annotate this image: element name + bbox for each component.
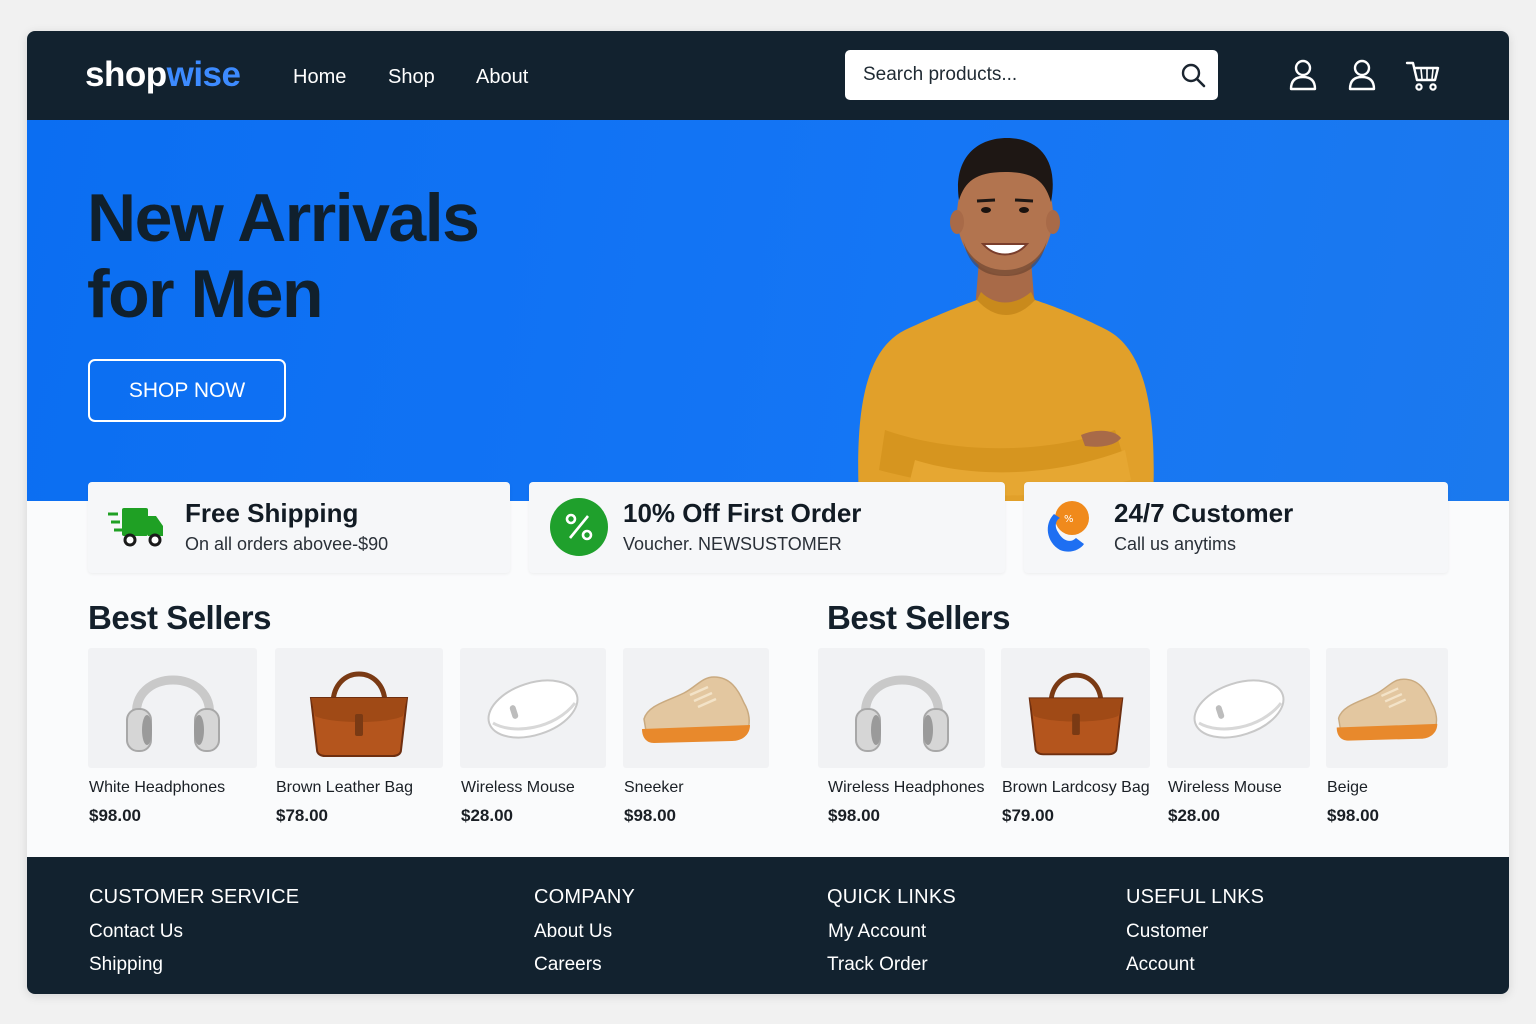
product-card[interactable]: Brown Leather Bag $78.00 — [275, 648, 443, 825]
product-price: $98.00 — [89, 806, 141, 825]
hero-title-line-1: New Arrivals — [87, 180, 480, 256]
product-image[interactable] — [460, 648, 606, 768]
footer-link-my-account[interactable]: My Account — [828, 921, 926, 943]
footer-link-track-order[interactable]: Track Order — [827, 954, 928, 976]
product-image[interactable] — [623, 648, 769, 768]
shopwise-logo[interactable]: shopwise — [85, 55, 241, 95]
headphones-image — [854, 675, 949, 752]
product-name[interactable]: Wireless Headphones — [828, 779, 985, 797]
product-card[interactable]: Beige $98.00 — [1326, 648, 1448, 825]
feature-subtitle: On all orders abovee-$90 — [185, 534, 389, 554]
search-input[interactable] — [845, 50, 1165, 100]
product-card[interactable]: Wireless Mouse $28.00 — [460, 648, 606, 825]
shopping-cart-icon[interactable] — [1405, 60, 1441, 97]
footer-link-shipping[interactable]: Shipping — [89, 954, 163, 976]
footer-link-about-us[interactable]: About Us — [534, 921, 612, 943]
product-image[interactable] — [1167, 648, 1310, 768]
product-price: $79.00 — [1002, 806, 1054, 825]
feature-title: 24/7 Customer — [1114, 498, 1294, 528]
headphones-image — [125, 675, 220, 752]
mouse-image — [1193, 679, 1284, 739]
product-price: $78.00 — [276, 806, 328, 825]
footer-link-careers[interactable]: Careers — [534, 954, 602, 976]
product-card[interactable]: Wireless Mouse $28.00 — [1167, 648, 1310, 825]
product-card[interactable]: White Headphones $98.00 — [88, 648, 257, 825]
logo-text-main: shop — [85, 55, 167, 94]
footer-link-contact-us[interactable]: Contact Us — [89, 921, 183, 943]
feature-title: Free Shipping — [185, 498, 359, 528]
footer-heading-customer-service: CUSTOMER SERVICE — [89, 886, 300, 908]
product-name[interactable]: White Headphones — [89, 779, 225, 797]
product-name[interactable]: Wireless Mouse — [1168, 779, 1282, 797]
feature-card-customer-support: % 24/7 Customer Call us anytims — [1024, 482, 1448, 573]
shop-now-button[interactable]: SHOP NOW — [88, 359, 286, 422]
delivery-truck-icon — [108, 508, 163, 547]
top-navigation-bar: shopwise Home Shop About — [27, 31, 1509, 120]
product-price: $98.00 — [828, 806, 880, 825]
hero-title-line-2: for Men — [87, 256, 324, 332]
user-profile-icon[interactable] — [1347, 59, 1377, 96]
leather-bag-image — [1028, 672, 1123, 756]
product-image[interactable] — [275, 648, 443, 768]
product-price: $98.00 — [1327, 806, 1379, 825]
footer-heading-quick-links: QUICK LINKS — [827, 886, 956, 908]
product-card[interactable]: Sneeker $98.00 — [623, 648, 769, 825]
product-price: $28.00 — [461, 806, 513, 825]
search-box — [845, 50, 1218, 100]
best-sellers-heading: Best Sellers — [827, 599, 1010, 636]
logo-text-accent: wise — [166, 55, 241, 94]
site-footer: CUSTOMER SERVICE Contact Us Shipping COM… — [27, 857, 1509, 994]
product-image[interactable] — [818, 648, 985, 768]
product-price: $28.00 — [1168, 806, 1220, 825]
footer-link-customer[interactable]: Customer — [1126, 921, 1208, 943]
feature-card-free-shipping: Free Shipping On all orders abovee-$90 — [88, 482, 510, 573]
user-account-icon[interactable] — [1288, 59, 1318, 96]
feature-subtitle: Voucher. NEWSUSTOMER — [623, 534, 842, 554]
product-image[interactable] — [88, 648, 257, 768]
feature-card-discount: 10% Off First Order Voucher. NEWSUSTOMER — [529, 482, 1005, 573]
hero-title: New Arrivals for Men — [87, 180, 480, 332]
search-icon[interactable] — [1180, 62, 1206, 93]
percent-badge-icon — [550, 498, 608, 556]
footer-heading-useful-links: USEFUL LNKS — [1126, 886, 1265, 908]
footer-heading-company: COMPANY — [534, 886, 636, 908]
feature-title: 10% Off First Order — [623, 498, 862, 528]
product-name[interactable]: Wireless Mouse — [461, 779, 575, 797]
nav-about-link[interactable]: About — [476, 66, 528, 89]
product-image[interactable] — [1001, 648, 1150, 768]
feature-subtitle: Call us anytims — [1114, 534, 1237, 554]
nav-shop-link[interactable]: Shop — [388, 66, 435, 89]
product-card[interactable]: Wireless Headphones $98.00 — [818, 648, 985, 825]
product-card[interactable]: Brown Lardcosy Bag $79.00 — [1001, 648, 1150, 825]
product-image[interactable] — [1326, 648, 1448, 768]
male-model-image — [858, 138, 1154, 501]
product-name[interactable]: Beige — [1327, 779, 1368, 797]
product-name[interactable]: Sneeker — [624, 779, 684, 797]
leather-bag-image — [309, 671, 409, 757]
product-price: $98.00 — [624, 806, 676, 825]
sneaker-image — [642, 676, 750, 743]
best-sellers-heading: Best Sellers — [88, 599, 271, 636]
sneaker-image — [1336, 678, 1438, 741]
support-phone-icon: % — [1047, 501, 1089, 552]
hero-banner: New Arrivals for Men SHOP NOW — [27, 120, 1509, 501]
product-name[interactable]: Brown Leather Bag — [276, 779, 413, 797]
page-frame: shopwise Home Shop About New Arrivals fo… — [27, 31, 1509, 994]
nav-home-link[interactable]: Home — [293, 66, 346, 89]
svg-text:%: % — [1064, 514, 1074, 525]
product-name[interactable]: Brown Lardcosy Bag — [1002, 779, 1150, 797]
mouse-image — [487, 679, 579, 739]
footer-link-account[interactable]: Account — [1126, 954, 1195, 976]
